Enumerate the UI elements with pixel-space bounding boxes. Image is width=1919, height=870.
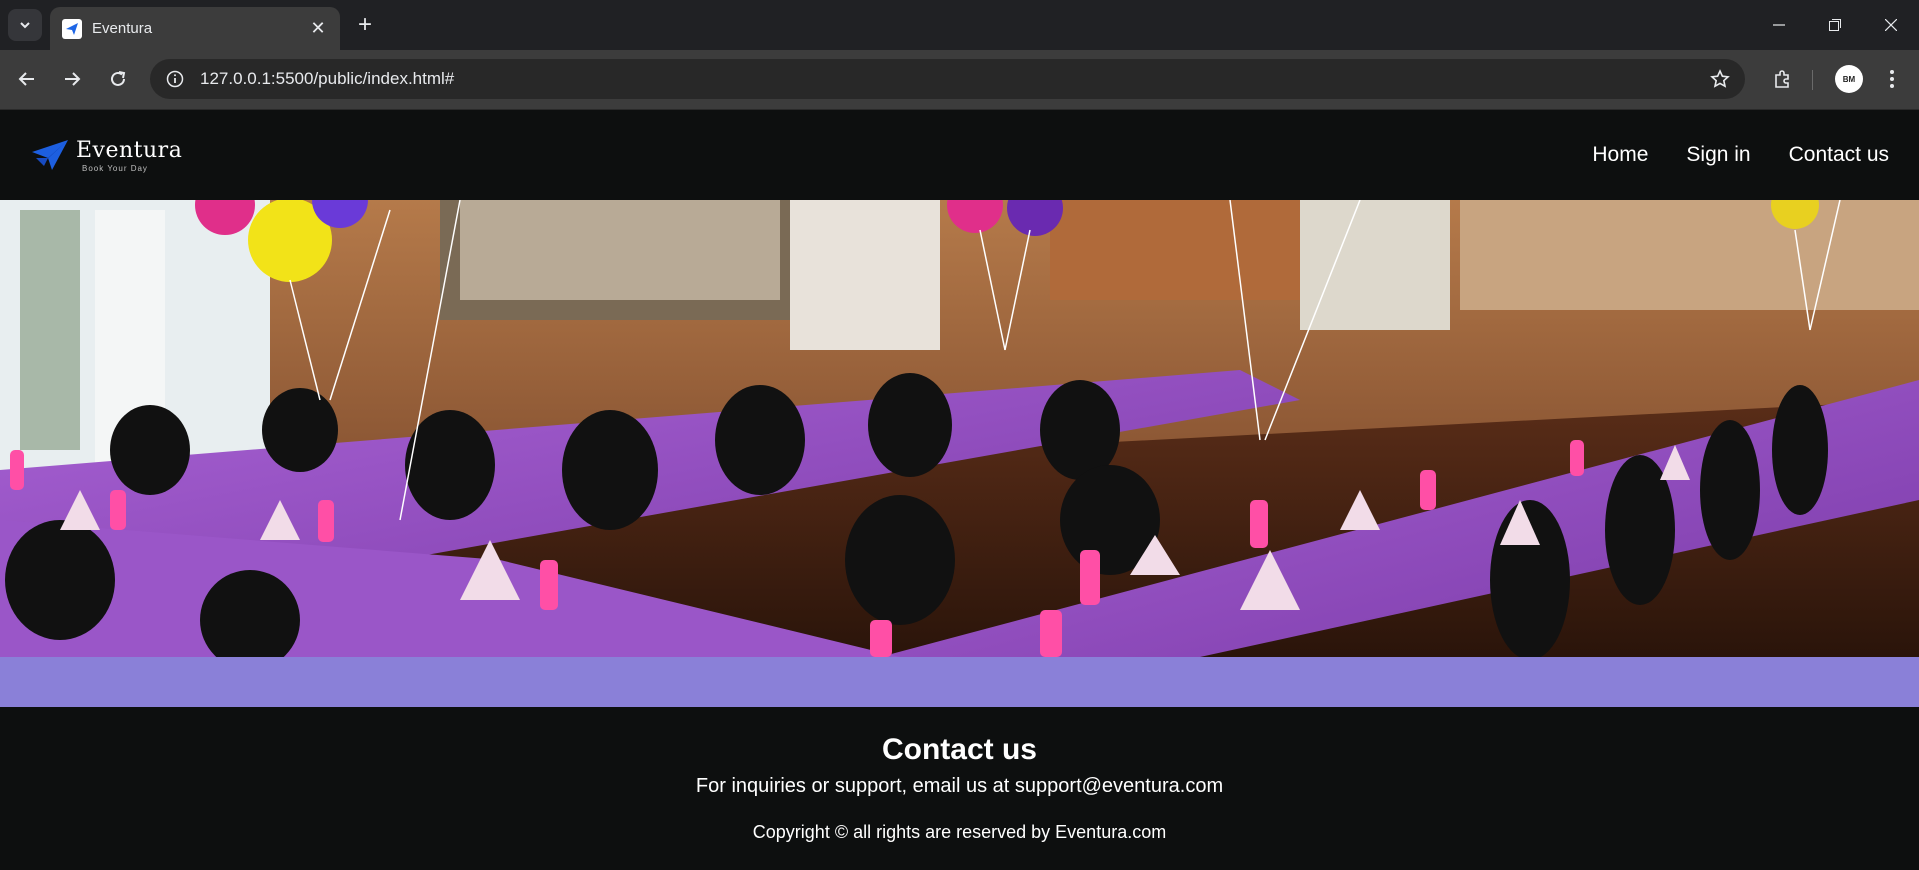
party-hall-illustration [0,200,1919,657]
footer-heading: Contact us [881,733,1037,766]
browser-toolbar: 127.0.0.1:5500/public/index.html# BM [0,50,1919,110]
back-arrow-icon[interactable] [12,64,42,94]
window-close-icon[interactable] [1863,0,1919,50]
main-nav: Home Sign in Contact us [1592,143,1889,167]
close-icon[interactable]: ✕ [308,18,328,39]
browser-tab[interactable]: Eventura ✕ [50,7,340,50]
site-footer: Contact us For inquiries or support, ema… [0,707,1919,870]
site-header: Eventura Book Your Day Home Sign in Cont… [0,110,1919,200]
kebab-menu-icon[interactable] [1878,65,1906,93]
window-controls [1751,0,1919,50]
logo-tagline: Book Your Day [82,163,148,173]
reload-icon[interactable] [103,64,133,94]
bookmark-star-icon[interactable] [1709,68,1731,90]
nav-home-link[interactable]: Home [1592,143,1648,167]
extensions-icon[interactable] [1768,65,1796,93]
footer-copyright: Copyright © all rights are reserved by E… [752,822,1167,842]
nav-sign-in-link[interactable]: Sign in [1686,143,1750,167]
tab-search-icon[interactable] [8,9,42,41]
hero-party-hall-image [0,200,1919,657]
site-favicon-icon [62,18,82,39]
nav-contact-link[interactable]: Contact us [1789,143,1889,167]
logo-name: Eventura [76,137,183,163]
profile-avatar[interactable]: BM [1835,65,1863,93]
minimize-icon[interactable] [1751,0,1807,50]
browser-tabstrip: Eventura ✕ + [0,0,1919,50]
logo-plane-icon [32,140,68,170]
forward-arrow-icon[interactable] [57,64,87,94]
site-info-icon[interactable] [164,68,186,90]
plus-icon[interactable]: + [352,11,378,38]
restore-icon[interactable] [1807,0,1863,50]
address-bar[interactable]: 127.0.0.1:5500/public/index.html# [150,59,1745,99]
toolbar-divider [1812,70,1813,90]
tab-title: Eventura [92,20,153,37]
accent-band [0,657,1919,707]
footer-contact-line: For inquiries or support, email us at su… [695,775,1224,797]
site-logo[interactable]: Eventura Book Your Day [30,134,182,176]
url-text: 127.0.0.1:5500/public/index.html# [200,69,455,88]
